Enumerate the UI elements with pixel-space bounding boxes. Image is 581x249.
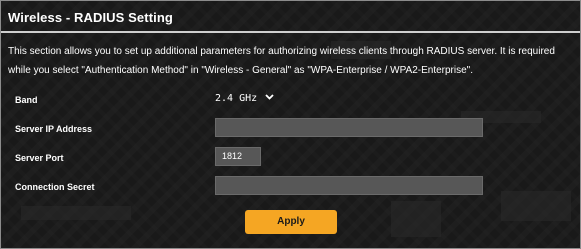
chevron-down-icon (265, 91, 274, 105)
apply-button[interactable]: Apply (245, 210, 337, 234)
connection-secret-input[interactable] (215, 176, 483, 195)
band-label: Band (15, 95, 38, 105)
band-select[interactable]: 2.4 GHz (215, 91, 274, 105)
server-port-label: Server Port (15, 153, 64, 163)
band-select-value: 2.4 GHz (215, 93, 258, 104)
server-ip-input[interactable] (215, 118, 483, 137)
section-description: This section allows you to set up additi… (8, 46, 555, 76)
server-ip-label: Server IP Address (15, 124, 93, 134)
title-divider (1, 31, 580, 33)
page-title: Wireless - RADIUS Setting (8, 10, 173, 25)
connection-secret-label: Connection Secret (15, 182, 95, 192)
background-pattern (391, 201, 441, 237)
radius-setting-panel: Wireless - RADIUS Setting This section a… (0, 0, 581, 249)
background-pattern (501, 191, 571, 221)
server-port-input[interactable]: 1812 (215, 147, 261, 166)
background-pattern (21, 206, 131, 220)
